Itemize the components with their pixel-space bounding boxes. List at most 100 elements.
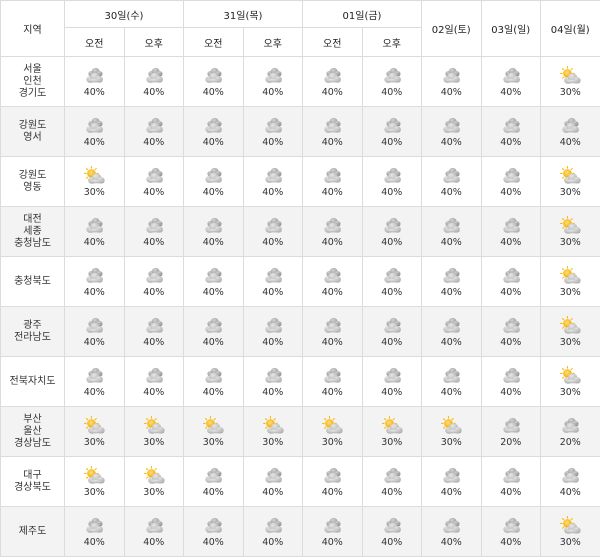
precipitation-probability: 40% xyxy=(143,287,164,298)
precipitation-probability: 40% xyxy=(84,287,105,298)
forecast-cell: 40% xyxy=(481,207,541,257)
forecast-cell-content: 40% xyxy=(422,466,481,498)
forecast-cell: 40% xyxy=(184,157,244,207)
cloudy-icon xyxy=(439,216,463,236)
forecast-cell-content: 40% xyxy=(422,216,481,248)
region-name-line: 세종 xyxy=(1,226,64,238)
forecast-cell: 40% xyxy=(303,157,363,207)
precipitation-probability: 40% xyxy=(500,387,521,398)
forecast-cell: 40% xyxy=(124,107,184,157)
region-row: 제주도40%40%40%40%40%40%40%40%30% xyxy=(1,507,600,557)
forecast-cell-content: 40% xyxy=(363,66,422,98)
precipitation-probability: 30% xyxy=(203,437,224,448)
forecast-cell-content: 30% xyxy=(125,416,184,448)
precipitation-probability: 40% xyxy=(381,87,402,98)
cloudy-icon xyxy=(201,216,225,236)
cloudy-icon xyxy=(380,516,404,536)
precipitation-probability: 40% xyxy=(441,237,462,248)
forecast-cell-content: 40% xyxy=(65,266,124,298)
precipitation-probability: 40% xyxy=(381,187,402,198)
forecast-cell-content: 40% xyxy=(244,466,303,498)
forecast-cell: 40% xyxy=(65,307,125,357)
cloudy-icon xyxy=(142,516,166,536)
cloudy-icon xyxy=(499,366,523,386)
cloudy-icon xyxy=(439,366,463,386)
partly-sunny-icon xyxy=(142,466,166,486)
precipitation-probability: 40% xyxy=(322,337,343,348)
precipitation-probability: 40% xyxy=(322,287,343,298)
cloudy-icon xyxy=(201,366,225,386)
cloudy-icon xyxy=(558,416,582,436)
precipitation-probability: 40% xyxy=(84,537,105,548)
cloudy-icon xyxy=(558,116,582,136)
forecast-cell-content: 40% xyxy=(482,316,541,348)
cloudy-icon xyxy=(320,516,344,536)
partly-sunny-icon xyxy=(558,66,582,86)
cloudy-icon xyxy=(380,66,404,86)
precipitation-probability: 30% xyxy=(84,437,105,448)
forecast-cell: 30% xyxy=(124,407,184,457)
forecast-cell: 30% xyxy=(243,407,303,457)
region-name-line: 강원도 xyxy=(1,170,64,182)
precipitation-probability: 40% xyxy=(203,387,224,398)
cloudy-icon xyxy=(201,466,225,486)
forecast-cell: 40% xyxy=(481,307,541,357)
forecast-cell: 40% xyxy=(184,207,244,257)
forecast-cell-content: 40% xyxy=(125,216,184,248)
region-name: 부산울산경상남도 xyxy=(1,407,65,457)
region-name-line: 충청남도 xyxy=(1,238,64,250)
forecast-cell-content: 40% xyxy=(65,216,124,248)
forecast-cell: 40% xyxy=(303,57,363,107)
forecast-cell-content: 30% xyxy=(125,466,184,498)
forecast-cell-content: 40% xyxy=(303,116,362,148)
forecast-cell-content: 40% xyxy=(363,516,422,548)
forecast-cell: 40% xyxy=(362,507,422,557)
forecast-cell: 40% xyxy=(481,457,541,507)
forecast-cell: 40% xyxy=(243,107,303,157)
precipitation-probability: 40% xyxy=(143,537,164,548)
cloudy-icon xyxy=(261,466,285,486)
cloudy-icon xyxy=(320,316,344,336)
cloudy-icon xyxy=(82,316,106,336)
partly-sunny-icon xyxy=(558,366,582,386)
forecast-cell: 40% xyxy=(184,507,244,557)
forecast-cell-content: 40% xyxy=(482,266,541,298)
precipitation-probability: 40% xyxy=(560,137,581,148)
forecast-cell-content: 30% xyxy=(541,66,600,98)
partly-sunny-icon xyxy=(558,216,582,236)
precipitation-probability: 30% xyxy=(143,437,164,448)
precipitation-probability: 40% xyxy=(441,187,462,198)
forecast-cell-content: 40% xyxy=(482,66,541,98)
precipitation-probability: 30% xyxy=(560,337,581,348)
precipitation-probability: 40% xyxy=(203,187,224,198)
forecast-cell: 30% xyxy=(65,407,125,457)
forecast-cell: 40% xyxy=(65,507,125,557)
forecast-cell: 40% xyxy=(362,207,422,257)
forecast-cell-content: 40% xyxy=(482,116,541,148)
forecast-cell-content: 40% xyxy=(303,366,362,398)
precipitation-probability: 40% xyxy=(441,287,462,298)
precipitation-probability: 40% xyxy=(322,487,343,498)
cloudy-icon xyxy=(439,516,463,536)
precipitation-probability: 20% xyxy=(560,437,581,448)
precipitation-probability: 30% xyxy=(84,187,105,198)
forecast-cell-content: 40% xyxy=(363,166,422,198)
forecast-cell: 40% xyxy=(184,457,244,507)
forecast-cell-content: 40% xyxy=(184,216,243,248)
forecast-cell: 40% xyxy=(184,357,244,407)
precipitation-probability: 40% xyxy=(84,337,105,348)
forecast-cell-content: 30% xyxy=(65,466,124,498)
forecast-cell-content: 40% xyxy=(303,166,362,198)
forecast-cell: 40% xyxy=(362,57,422,107)
forecast-cell: 40% xyxy=(362,307,422,357)
forecast-cell-content: 40% xyxy=(541,466,600,498)
forecast-cell: 40% xyxy=(243,507,303,557)
forecast-cell-content: 30% xyxy=(184,416,243,448)
pm-header: 오후 xyxy=(362,28,422,57)
precipitation-probability: 40% xyxy=(441,387,462,398)
am-header: 오전 xyxy=(303,28,363,57)
precipitation-probability: 40% xyxy=(203,337,224,348)
forecast-cell: 30% xyxy=(541,57,600,107)
precipitation-probability: 40% xyxy=(262,487,283,498)
forecast-cell: 40% xyxy=(422,107,482,157)
